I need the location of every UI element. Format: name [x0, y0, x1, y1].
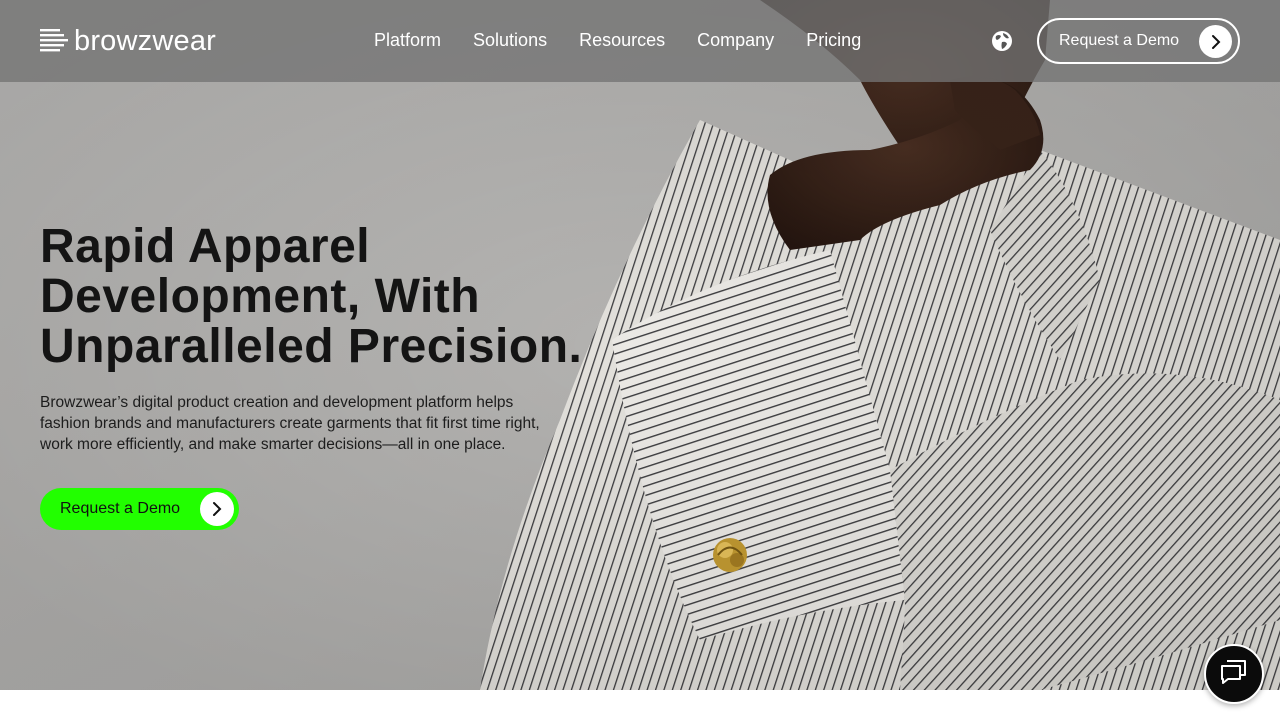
- hero-cta-label: Request a Demo: [60, 500, 181, 517]
- chevron-right-icon: [1199, 25, 1232, 58]
- hero-description: Browzwear’s digital product creation and…: [40, 392, 600, 455]
- nav-item-solutions[interactable]: Solutions: [473, 30, 547, 51]
- description-line: Browzwear’s digital product creation and…: [40, 394, 514, 411]
- brand-name: browzwear: [74, 24, 217, 57]
- globe-icon[interactable]: [991, 30, 1013, 52]
- nav-item-platform[interactable]: Platform: [374, 30, 441, 51]
- description-line: work more efficiently, and make smarter …: [40, 436, 506, 453]
- nav-item-pricing[interactable]: Pricing: [806, 30, 861, 51]
- browzwear-logo-icon: [40, 29, 68, 52]
- hero-headline: Rapid Apparel Development, With Unparall…: [40, 222, 640, 372]
- chat-bubbles-icon: [1219, 658, 1249, 691]
- cufflink: [713, 538, 747, 572]
- description-line: fashion brands and manufacturers create …: [40, 415, 540, 432]
- headline-line: Unparalleled Precision.: [40, 320, 583, 373]
- main-nav: Platform Solutions Resources Company Pri…: [374, 30, 861, 51]
- hero-request-demo-button[interactable]: Request a Demo: [40, 488, 239, 530]
- headline-line: Rapid Apparel: [40, 220, 371, 273]
- hero-section: Rapid Apparel Development, With Unparall…: [0, 0, 1280, 690]
- chat-launcher-button[interactable]: [1204, 644, 1264, 704]
- header-cta-label: Request a Demo: [1059, 32, 1180, 49]
- nav-item-resources[interactable]: Resources: [579, 30, 665, 51]
- nav-item-company[interactable]: Company: [697, 30, 774, 51]
- site-header: browzwear Platform Solutions Resources C…: [0, 0, 1280, 82]
- brand-logo[interactable]: browzwear: [40, 24, 217, 57]
- header-request-demo-button[interactable]: Request a Demo: [1037, 18, 1240, 64]
- headline-line: Development, With: [40, 270, 481, 323]
- chevron-right-icon: [200, 492, 234, 526]
